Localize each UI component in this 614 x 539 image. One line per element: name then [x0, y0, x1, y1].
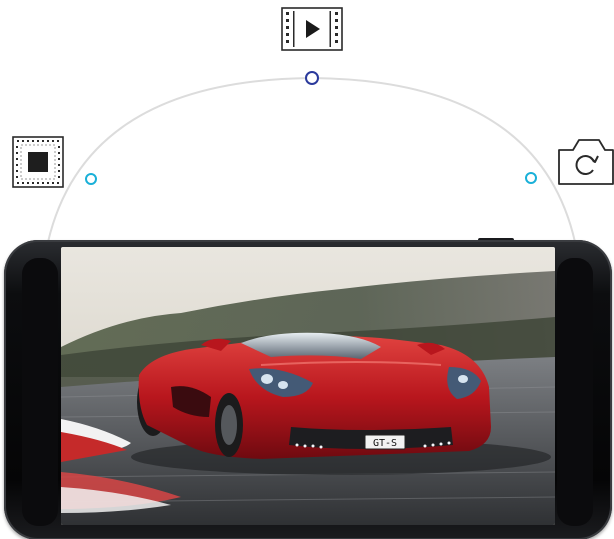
mode-dot-stop[interactable]: [85, 173, 97, 185]
license-plate-text: GT-S: [373, 438, 397, 449]
mode-dot-play[interactable]: [305, 71, 319, 85]
phone-screen: GT-S: [61, 247, 555, 525]
mode-selector-stage: GT-S: [0, 0, 614, 539]
play-film-icon[interactable]: [281, 7, 343, 51]
race-car-photo: GT-S: [61, 247, 555, 525]
phone-right-bezel: [557, 258, 593, 526]
mode-dot-rotate[interactable]: [525, 172, 537, 184]
phone-left-bezel: [22, 258, 58, 526]
camera-rotate-icon[interactable]: [557, 136, 614, 186]
stop-square-icon[interactable]: [12, 136, 64, 188]
